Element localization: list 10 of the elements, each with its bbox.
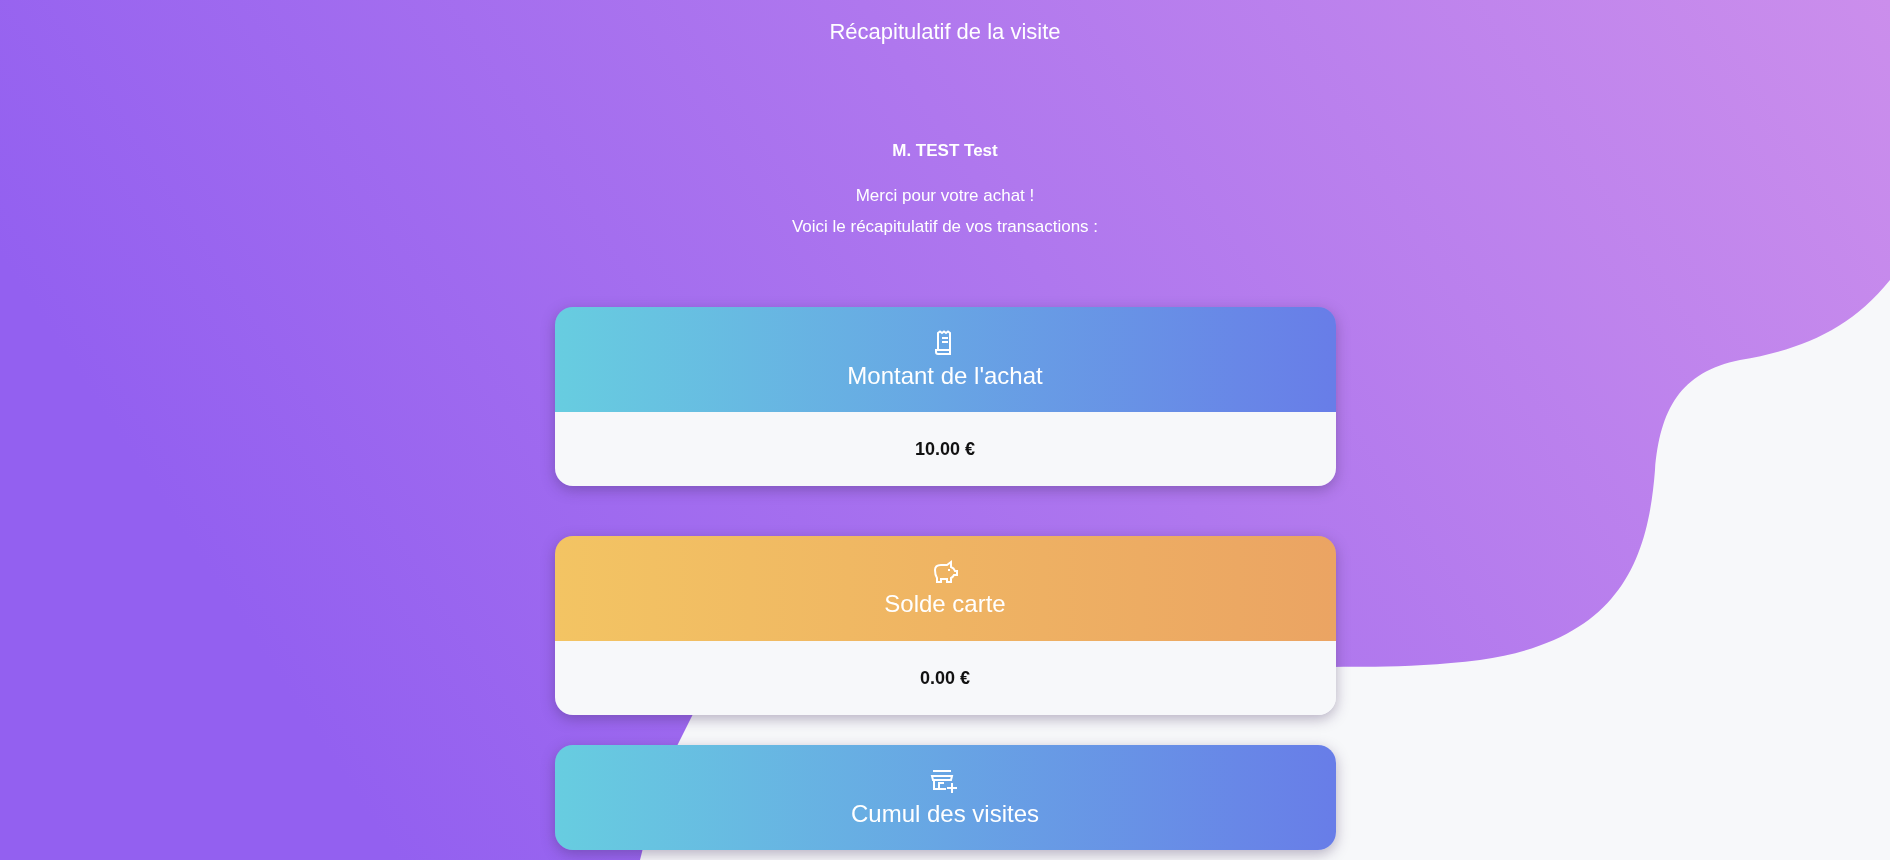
card-title: Montant de l'achat (847, 361, 1043, 390)
card-value: 0.00 € (554, 641, 1336, 715)
card-value: 10.00 € (554, 412, 1336, 486)
card-title: Cumul des visites (850, 799, 1040, 828)
page-title: Récapitulatif de la visite (829, 19, 1061, 45)
card-title: Solde carte (884, 589, 1006, 618)
thank-you-message: Merci pour votre achat ! Voici le récapitulatif de vos transactions : (791, 185, 1099, 238)
customer-name: M. TEST Test (892, 141, 998, 161)
piggy-bank-icon (931, 559, 959, 584)
store-add-icon (930, 767, 960, 794)
